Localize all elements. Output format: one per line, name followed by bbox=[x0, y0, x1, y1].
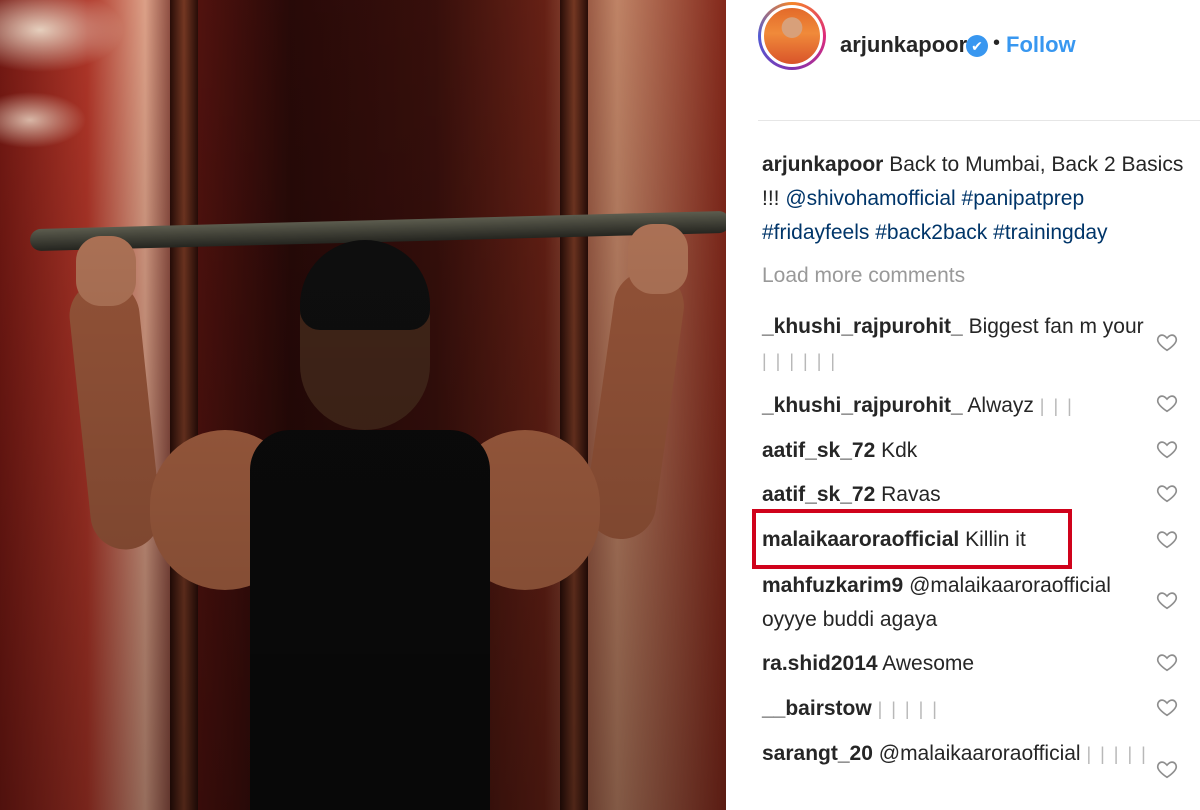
comment-row: _khushi_rajpurohit_ Alwayz | | | bbox=[762, 389, 1194, 423]
comment-username[interactable]: sarangt_20 bbox=[762, 742, 873, 765]
comment-row: aatif_sk_72 Kdk bbox=[762, 434, 1194, 468]
post-header: arjunkapoor ✔ • Follow bbox=[726, 0, 1200, 92]
heart-outline-icon[interactable] bbox=[1156, 392, 1178, 414]
comment-unrendered-glyphs: | | | | | bbox=[877, 699, 939, 719]
comment-username[interactable]: _khushi_rajpurohit_ bbox=[762, 315, 963, 338]
comment-row: sarangt_20 @malaikaaroraofficial | | | |… bbox=[762, 737, 1194, 771]
comment-unrendered-glyphs: | | | bbox=[1039, 396, 1074, 416]
comment-unrendered-glyphs: | | | | | bbox=[1086, 744, 1148, 764]
follow-button[interactable]: Follow bbox=[1006, 32, 1076, 58]
post-author-username[interactable]: arjunkapoor bbox=[840, 32, 967, 58]
avatar-story-ring[interactable] bbox=[758, 2, 826, 70]
comment-unrendered-glyphs: | | | | | | bbox=[762, 351, 838, 371]
heart-outline-icon[interactable] bbox=[1156, 589, 1178, 611]
comment-row: _khushi_rajpurohit_ Biggest fan m your |… bbox=[762, 310, 1194, 378]
verified-badge-icon: ✔ bbox=[966, 35, 988, 57]
header-divider bbox=[758, 120, 1200, 121]
comment-username[interactable]: _khushi_rajpurohit_ bbox=[762, 394, 963, 417]
heart-outline-icon[interactable] bbox=[1156, 696, 1178, 718]
comment-row: ra.shid2014 Awesome bbox=[762, 647, 1194, 681]
comment-row: mahfuzkarim9 @malaikaaroraofficial oyyye… bbox=[762, 569, 1152, 637]
highlight-annotation-box bbox=[752, 509, 1072, 569]
comment-username[interactable]: ra.shid2014 bbox=[762, 652, 878, 675]
post-caption: arjunkapoor Back to Mumbai, Back 2 Basic… bbox=[762, 148, 1194, 250]
heart-outline-icon[interactable] bbox=[1156, 331, 1178, 353]
comment-username[interactable]: mahfuzkarim9 bbox=[762, 574, 903, 597]
caption-mention-link[interactable]: @shivohamofficial bbox=[785, 187, 955, 210]
comment-text: Biggest fan m your bbox=[968, 315, 1144, 338]
heart-outline-icon[interactable] bbox=[1156, 528, 1178, 550]
post-photo[interactable] bbox=[0, 0, 726, 810]
heart-outline-icon[interactable] bbox=[1156, 758, 1178, 780]
comment-text: Alwayz bbox=[967, 394, 1034, 417]
post-side-panel: arjunkapoor ✔ • Follow arjunkapoor Back … bbox=[726, 0, 1200, 810]
heart-outline-icon[interactable] bbox=[1156, 482, 1178, 504]
comment-mention-link[interactable]: @malaikaaroraofficial bbox=[879, 742, 1081, 765]
comment-username[interactable]: aatif_sk_72 bbox=[762, 439, 875, 462]
comment-row: __bairstow | | | | | bbox=[762, 692, 1194, 726]
comment-text: Kdk bbox=[881, 439, 918, 462]
avatar[interactable] bbox=[761, 5, 823, 67]
heart-outline-icon[interactable] bbox=[1156, 438, 1178, 460]
comment-username[interactable]: aatif_sk_72 bbox=[762, 483, 875, 506]
comment-text: Ravas bbox=[881, 483, 941, 506]
load-more-comments-link[interactable]: Load more comments bbox=[762, 264, 965, 288]
heart-outline-icon[interactable] bbox=[1156, 651, 1178, 673]
caption-username[interactable]: arjunkapoor bbox=[762, 153, 883, 176]
comment-text: Awesome bbox=[882, 652, 975, 675]
photo-vignette bbox=[0, 0, 726, 810]
comment-username[interactable]: __bairstow bbox=[762, 697, 872, 720]
separator-dot: • bbox=[993, 32, 1001, 54]
comment-row: aatif_sk_72 Ravas bbox=[762, 478, 1194, 512]
